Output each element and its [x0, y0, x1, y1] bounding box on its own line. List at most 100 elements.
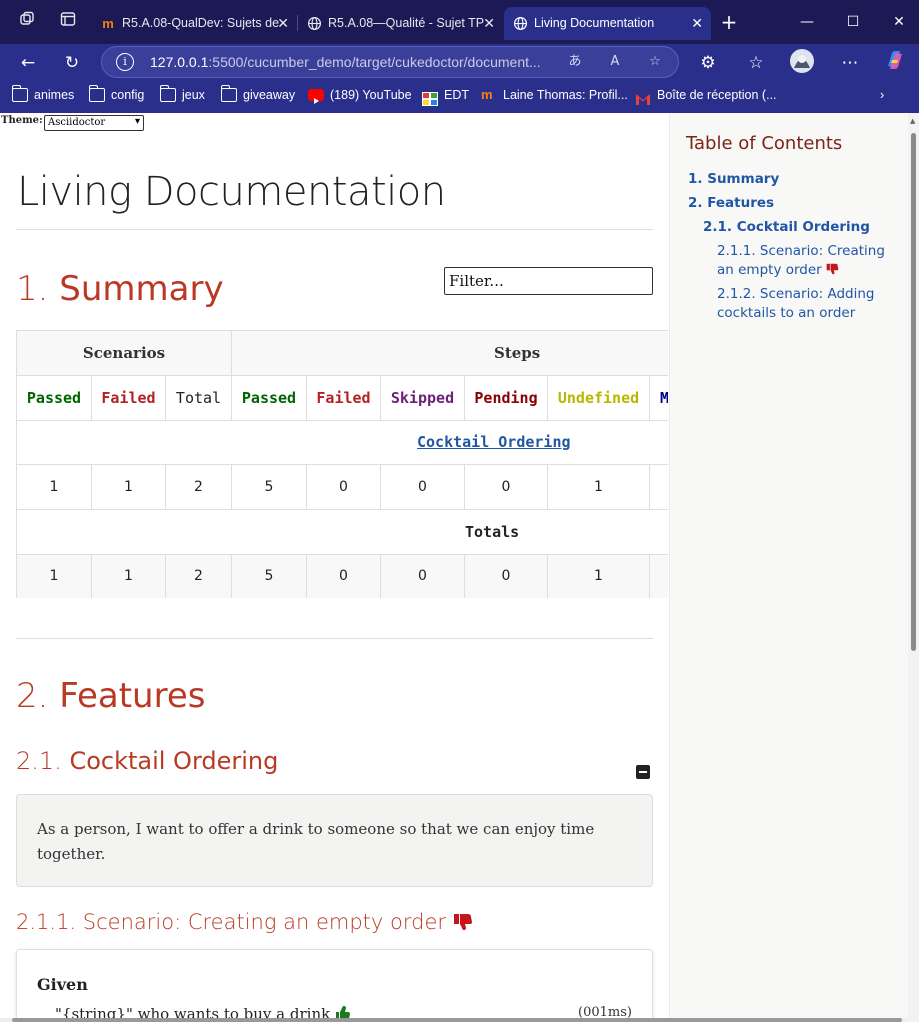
col-steps-pending: Pending — [465, 376, 548, 421]
cocktail-ordering-link[interactable]: Cocktail Ordering — [417, 433, 571, 451]
collapse-toggle-icon[interactable] — [636, 765, 650, 779]
feature-scenarios-total: 2 — [166, 465, 232, 510]
table-of-contents: Table of Contents 1. Summary 2. Features… — [669, 113, 908, 1022]
features-heading: 2. Features — [16, 676, 206, 716]
scroll-up-arrow-icon[interactable]: ▲ — [910, 117, 915, 125]
horizontal-scrollbar[interactable] — [0, 1018, 908, 1022]
back-arrow-icon[interactable]: ← — [14, 49, 42, 77]
folder-icon — [220, 85, 237, 102]
moodle-icon: m — [102, 16, 114, 31]
feature-description-box: As a person, I want to offer a drink to … — [16, 794, 653, 887]
scenarios-header: Scenarios — [17, 331, 232, 376]
toc-item-summary[interactable]: 1. Summary — [688, 170, 779, 189]
feature-description: As a person, I want to offer a drink to … — [37, 820, 595, 863]
thumbs-down-icon — [453, 912, 472, 930]
vertical-scrollbar[interactable]: ▲ — [908, 113, 919, 1022]
section-divider — [16, 638, 653, 639]
toc-item-features[interactable]: 2. Features — [688, 194, 774, 213]
summary-table: Scenarios Steps Passed Failed Total Pass… — [16, 330, 668, 598]
bookmark-giveaway[interactable]: giveaway — [220, 81, 295, 109]
filter-input[interactable]: Filter... — [444, 267, 653, 295]
gmail-icon — [635, 88, 651, 105]
scenario-heading: 2.1.1. Scenario: Creating an empty order — [16, 910, 472, 934]
maximize-button[interactable]: ☐ — [838, 8, 868, 36]
feature-steps-skipped: 0 — [381, 465, 465, 510]
bookmark-animes[interactable]: animes — [11, 81, 74, 109]
globe-icon — [306, 16, 322, 32]
col-steps-missing: M — [650, 376, 668, 421]
new-tab-button[interactable]: + — [714, 8, 744, 36]
favorites-icon[interactable]: ☆ — [742, 49, 770, 77]
browser-nav-bar: ← ↻ i 127.0.0.1:5500/cucumber_demo/targe… — [0, 44, 919, 81]
close-window-button[interactable]: ✕ — [884, 8, 914, 36]
page-viewport: Theme: Asciidoctor Living Documentation … — [0, 113, 919, 1022]
feature-steps-passed: 5 — [232, 465, 307, 510]
totals-scenarios-passed: 1 — [17, 555, 92, 598]
workspaces-icon[interactable] — [15, 10, 39, 34]
minimize-button[interactable]: — — [792, 8, 822, 36]
bookmarks-bar: animes config jeux giveaway (189) YouTub… — [0, 81, 919, 113]
bookmark-jeux[interactable]: jeux — [159, 81, 205, 109]
thumbs-down-icon — [826, 262, 839, 275]
theme-label: Theme: — [1, 115, 43, 126]
feature-scenarios-passed: 1 — [17, 465, 92, 510]
bookmarks-overflow-chevron-icon[interactable]: › — [880, 81, 884, 109]
feature-steps-undefined: 1 — [548, 465, 650, 510]
totals-steps-passed: 5 — [232, 555, 307, 598]
bookmark-config[interactable]: config — [88, 81, 144, 109]
feature-steps-pending: 0 — [465, 465, 548, 510]
totals-scenarios-total: 2 — [166, 555, 232, 598]
close-tab-icon[interactable]: ✕ — [691, 7, 703, 40]
totals-steps-undefined: 1 — [548, 555, 650, 598]
bookmark-edt[interactable]: EDT — [422, 81, 469, 109]
totals-steps-pending: 0 — [465, 555, 548, 598]
read-aloud-icon[interactable]: A — [604, 51, 626, 73]
url-text[interactable]: 127.0.0.1:5500/cucumber_demo/target/cuke… — [150, 47, 541, 78]
totals-scenarios-failed: 1 — [92, 555, 166, 598]
favorite-star-icon[interactable]: ☆ — [644, 51, 666, 73]
feature-steps-missing — [650, 465, 668, 510]
horizontal-scrollbar-thumb[interactable] — [12, 1018, 902, 1022]
edt-icon — [422, 88, 438, 106]
bookmark-gmail[interactable]: Boîte de réception (... — [635, 81, 777, 109]
feature-heading: 2.1. Cocktail Ordering — [16, 747, 279, 775]
tab-living-documentation[interactable]: Living Documentation ✕ — [504, 7, 711, 40]
col-steps-failed: Failed — [307, 376, 381, 421]
youtube-icon — [308, 89, 324, 104]
col-steps-passed: Passed — [232, 376, 307, 421]
toc-item-scenario-empty-order[interactable]: 2.1.1. Scenario: Creating an empty order — [717, 242, 885, 280]
folder-icon — [11, 85, 28, 102]
toc-title: Table of Contents — [686, 133, 843, 154]
bookmark-laine-thomas[interactable]: m Laine Thomas: Profil... — [481, 81, 628, 109]
more-menu-icon[interactable]: ⋯ — [836, 49, 864, 77]
close-tab-icon[interactable]: ✕ — [483, 7, 495, 40]
tab-qualdev-sujets[interactable]: m R5.A.08-QualDev: Sujets de ✕ — [92, 7, 297, 40]
col-scenarios-passed: Passed — [17, 376, 92, 421]
step-keyword: Given — [37, 975, 88, 994]
col-scenarios-total: Total — [166, 376, 232, 421]
toc-item-scenario-adding-cocktails[interactable]: 2.1.2. Scenario: Adding cocktails to an … — [717, 285, 874, 323]
translate-icon[interactable]: あ — [564, 51, 586, 73]
scrollbar-thumb[interactable] — [911, 133, 916, 651]
extensions-icon[interactable]: ⚙ — [694, 49, 722, 77]
col-scenarios-failed: Failed — [92, 376, 166, 421]
title-divider — [16, 229, 653, 230]
theme-select[interactable]: Asciidoctor — [44, 115, 144, 131]
tab-title: R5.A.08-QualDev: Sujets de — [122, 16, 280, 30]
tab-actions-icon[interactable] — [56, 10, 80, 34]
globe-icon — [512, 16, 528, 32]
copilot-icon[interactable] — [881, 48, 909, 76]
refresh-icon[interactable]: ↻ — [58, 49, 86, 77]
toc-item-cocktail-ordering[interactable]: 2.1. Cocktail Ordering — [703, 218, 870, 237]
col-steps-skipped: Skipped — [381, 376, 465, 421]
totals-label: Totals — [17, 510, 668, 555]
bookmark-youtube[interactable]: (189) YouTube — [308, 81, 412, 109]
profile-avatar[interactable] — [788, 48, 816, 76]
moodle-icon: m — [481, 87, 493, 102]
tab-qualite-sujet-tp[interactable]: R5.A.08—Qualité - Sujet TP ✕ — [298, 7, 503, 40]
close-tab-icon[interactable]: ✕ — [277, 7, 289, 40]
address-bar[interactable]: i 127.0.0.1:5500/cucumber_demo/target/cu… — [101, 46, 679, 78]
site-info-icon[interactable]: i — [116, 53, 134, 71]
browser-tab-bar: m R5.A.08-QualDev: Sujets de ✕ R5.A.08—Q… — [0, 0, 919, 44]
summary-heading: 1. Summary — [16, 269, 224, 309]
